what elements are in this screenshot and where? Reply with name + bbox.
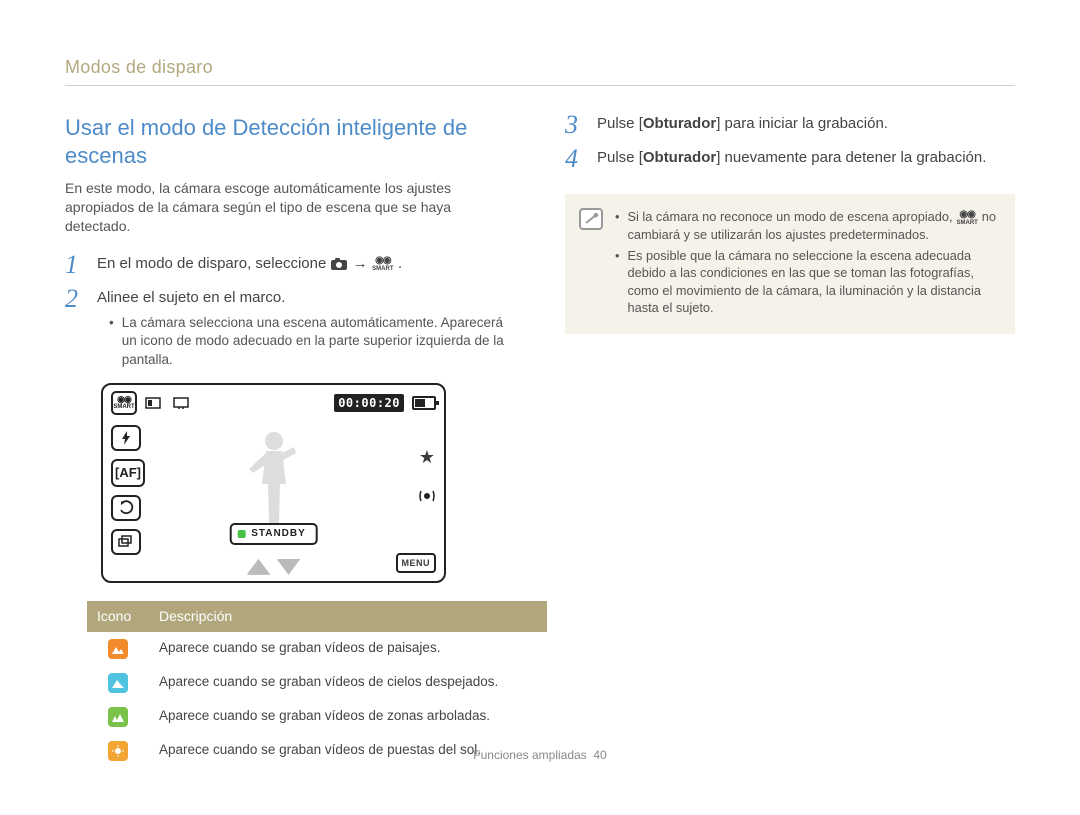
page-footer: Funciones ampliadas 40 <box>65 747 1015 763</box>
nav-arrows <box>247 559 301 575</box>
smart-mode-icon: ◉◉SMART <box>372 256 394 272</box>
section-header: Modos de disparo <box>65 55 1015 86</box>
smart-mode-icon: ◉◉SMART <box>956 210 978 226</box>
text: En el modo de disparo, seleccione <box>97 255 330 272</box>
step-2-bullet: La cámara selecciona una escena automáti… <box>109 314 515 369</box>
step-1: 1 En el modo de disparo, seleccione → ◉◉… <box>65 254 515 278</box>
text: → <box>353 255 372 272</box>
text: La cámara selecciona una escena automáti… <box>122 314 515 369</box>
intro-text: En este modo, la cámara escoge automátic… <box>65 179 515 236</box>
display-icon <box>169 392 193 414</box>
step-3-text: Pulse [Obturador] para iniciar la grabac… <box>597 114 1015 138</box>
step-2-text: Alinee el sujeto en el marco. <box>97 288 515 308</box>
arrow-down-icon <box>277 559 301 575</box>
table-cell-desc: Aparece cuando se graban vídeos de cielo… <box>149 666 547 700</box>
footer-section: Funciones ampliadas <box>473 748 586 762</box>
step-3: 3 Pulse [Obturador] para iniciar la grab… <box>565 114 1015 138</box>
forest-scene-icon <box>108 707 128 727</box>
table-row: Aparece cuando se graban vídeos de paisa… <box>87 632 547 666</box>
step-4: 4 Pulse [Obturador] nuevamente para dete… <box>565 148 1015 172</box>
step-number: 3 <box>565 112 587 138</box>
table-cell-desc: Aparece cuando se graban vídeos de zonas… <box>149 700 547 734</box>
text: Es posible que la cámara no seleccione l… <box>627 247 999 316</box>
signal-icon <box>418 487 436 508</box>
text: . <box>398 255 402 272</box>
camera-display-illustration: ◉◉ SMART 00:00:20 [AF] <box>101 383 446 583</box>
table-row: Aparece cuando se graban vídeos de zonas… <box>87 700 547 734</box>
burst-button <box>111 529 141 555</box>
af-button: [AF] <box>111 459 145 487</box>
step-number: 4 <box>565 146 587 172</box>
standby-indicator: STANDBY <box>229 523 318 545</box>
step-number: 2 <box>65 286 87 371</box>
camera-mode-icon <box>330 256 348 272</box>
step-2: 2 Alinee el sujeto en el marco. La cámar… <box>65 288 515 371</box>
flash-button <box>111 425 141 451</box>
text: ] nuevamente para detener la grabación. <box>716 149 986 166</box>
menu-button: MENU <box>396 553 437 573</box>
arrow-up-icon <box>247 559 271 575</box>
table-header-icon: Icono <box>87 601 149 632</box>
record-time: 00:00:20 <box>334 394 404 412</box>
standby-label: STANDBY <box>251 527 306 541</box>
sky-scene-icon <box>108 673 128 693</box>
scene-icon-table: Icono Descripción Aparece cuando se grab… <box>87 601 547 770</box>
note-item: Es posible que la cámara no seleccione l… <box>615 247 999 316</box>
star-icon: ★ <box>419 445 435 469</box>
timer-button <box>111 495 141 521</box>
text-bold: Obturador <box>643 115 716 132</box>
page-title: Usar el modo de Detección inteligente de… <box>65 114 515 169</box>
note-icon <box>579 208 603 230</box>
note-item: Si la cámara no reconoce un modo de esce… <box>615 208 999 243</box>
text: Pulse [ <box>597 115 643 132</box>
record-status-dot <box>237 530 245 538</box>
battery-icon <box>412 396 436 410</box>
table-header-desc: Descripción <box>149 601 547 632</box>
table-row: Aparece cuando se graban vídeos de cielo… <box>87 666 547 700</box>
text: Si la cámara no reconoce un modo de esce… <box>627 209 956 224</box>
landscape-scene-icon <box>108 639 128 659</box>
step-1-text: En el modo de disparo, seleccione → ◉◉SM… <box>97 254 515 278</box>
hdr-icon <box>141 392 165 414</box>
table-cell-desc: Aparece cuando se graban vídeos de paisa… <box>149 632 547 666</box>
step-number: 1 <box>65 252 87 278</box>
text: Pulse [ <box>597 149 643 166</box>
smart-mode-indicator: ◉◉ SMART <box>111 391 137 415</box>
text: ] para iniciar la grabación. <box>716 115 888 132</box>
text-bold: Obturador <box>643 149 716 166</box>
subject-silhouette <box>244 429 304 529</box>
note-box: Si la cámara no reconoce un modo de esce… <box>565 194 1015 334</box>
step-4-text: Pulse [Obturador] nuevamente para detene… <box>597 148 1015 172</box>
footer-page-number: 40 <box>593 748 606 762</box>
